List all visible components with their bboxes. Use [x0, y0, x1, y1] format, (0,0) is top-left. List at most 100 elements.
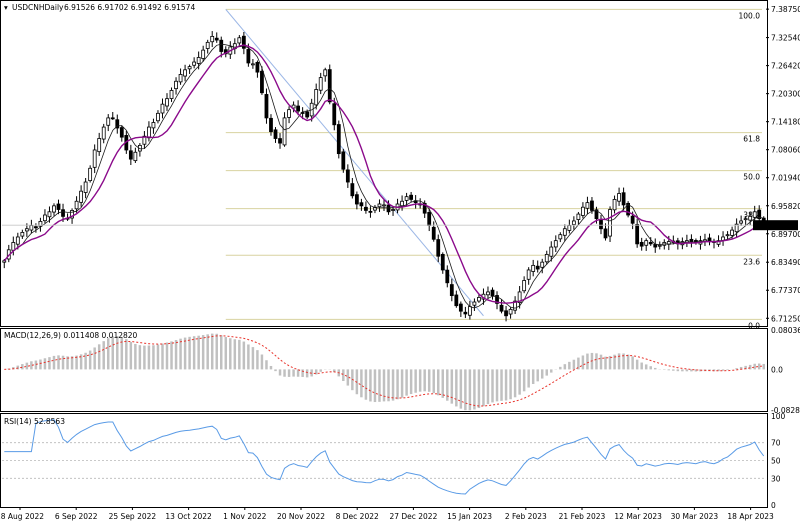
bear-candle	[264, 94, 269, 119]
bull-candle	[201, 49, 206, 59]
bull-candle	[472, 301, 477, 306]
bear-candle	[246, 49, 251, 64]
trendline[interactable]	[225, 9, 484, 317]
bear-candle	[350, 183, 355, 197]
bear-candle	[336, 124, 341, 155]
bull-candle	[187, 66, 192, 70]
bull-candle	[318, 77, 323, 91]
bear-candle	[34, 226, 38, 229]
bull-candle	[165, 98, 169, 107]
bull-candle	[47, 211, 52, 218]
bull-candle	[323, 69, 328, 77]
bull-candle	[540, 261, 545, 268]
rsi-indicator: 100 70 50 30 0	[2, 412, 786, 510]
bull-candle	[106, 117, 111, 126]
bear-candle	[359, 202, 364, 207]
bull-candle	[314, 89, 319, 106]
bull-candle	[571, 220, 576, 225]
rsi-tick-label: 70	[771, 439, 781, 448]
bull-candle	[391, 209, 395, 211]
bear-candle	[639, 241, 644, 247]
bull-candle	[549, 246, 554, 257]
bear-candle	[119, 127, 124, 138]
bear-candle	[409, 194, 414, 200]
fibonacci-retracement[interactable]: 100.061.850.038.223.60.0	[225, 8, 762, 330]
macd-header: MACD(12,26,9) 0.011408 0.012820	[4, 331, 138, 340]
bull-candle	[486, 291, 490, 296]
bear-candle	[273, 129, 278, 139]
bull-candle	[752, 211, 757, 218]
bull-candle	[151, 122, 156, 129]
bull-candle	[730, 229, 734, 236]
rsi-tick-label: 100	[771, 412, 786, 421]
bear-candle	[490, 289, 495, 297]
bull-candle	[612, 199, 617, 211]
bull-candle	[92, 149, 97, 168]
bull-candle	[287, 109, 291, 118]
bull-candle	[251, 63, 255, 66]
bull-candle	[11, 242, 16, 251]
symbol-label: USDCNHDaily	[12, 3, 64, 12]
time-tick-label: 20 Nov 2022	[277, 512, 325, 521]
bear-candle	[368, 210, 373, 213]
bull-candle	[526, 269, 531, 280]
bull-candle	[196, 57, 201, 64]
slow-ma-line	[3, 44, 764, 304]
bull-candle	[147, 126, 151, 139]
bull-candle	[581, 206, 585, 216]
bull-candle	[743, 218, 748, 221]
bull-candle	[2, 260, 7, 263]
rsi-tick-label: 0	[771, 501, 776, 510]
bear-candle	[255, 61, 260, 73]
bull-candle	[15, 236, 20, 245]
bull-candle	[83, 181, 88, 193]
bear-candle	[364, 206, 368, 211]
bull-candle	[178, 74, 183, 83]
bull-candle	[617, 193, 621, 202]
price-tick-label: 7.08060	[771, 146, 800, 155]
chart-window[interactable]: 100.061.850.038.223.60.0 0.0803660.0-0.0…	[0, 0, 800, 524]
main-pane-frame	[0, 0, 768, 327]
bull-candle	[29, 225, 34, 231]
time-tick-label: 8 Dec 2022	[336, 512, 379, 521]
time-tick-label: 21 Feb 2023	[559, 512, 606, 521]
bull-candle	[52, 205, 56, 213]
macd-tick-label: 0.0	[771, 365, 783, 374]
bear-candle	[648, 241, 653, 245]
bull-candle	[169, 90, 174, 99]
chart-arrow-icon[interactable]: ▾	[4, 3, 8, 12]
bear-candle	[504, 310, 508, 317]
bear-candle	[332, 103, 337, 126]
bear-candle	[440, 253, 445, 271]
bear-candle	[458, 303, 463, 312]
bear-candle	[260, 70, 264, 94]
bear-candle	[128, 150, 133, 160]
bear-candle	[214, 37, 219, 41]
bull-candle	[657, 244, 662, 247]
fast-ma-line	[3, 43, 764, 309]
bear-candle	[635, 224, 640, 245]
bear-candle	[436, 239, 441, 257]
bear-candle	[630, 215, 635, 224]
bear-candle	[269, 117, 273, 133]
bear-candle	[305, 111, 310, 118]
bull-candle	[74, 200, 79, 210]
bull-candle	[558, 234, 563, 240]
fib-level-label: 61.8	[743, 135, 760, 144]
bull-candle	[562, 228, 567, 236]
bear-candle	[603, 228, 608, 239]
price-tick-label: 6.77370	[771, 286, 800, 295]
price-tick-label: 6.71250	[771, 314, 800, 323]
bull-candle	[531, 264, 536, 272]
price-tick-label: 6.95820	[771, 202, 800, 211]
bull-candle	[382, 204, 386, 207]
price-tick-label: 7.20300	[771, 90, 800, 99]
bear-candle	[535, 265, 540, 270]
bull-candle	[156, 112, 160, 122]
time-tick-label: 30 Mar 2023	[671, 512, 719, 521]
price-tick-label: 7.01940	[771, 174, 800, 183]
time-tick-label: 12 Mar 2023	[614, 512, 662, 521]
rsi-header: RSI(14) 52.8563	[4, 417, 65, 426]
time-tick-label: 27 Dec 2022	[389, 512, 437, 521]
price-tick-label: 7.14180	[771, 118, 800, 127]
